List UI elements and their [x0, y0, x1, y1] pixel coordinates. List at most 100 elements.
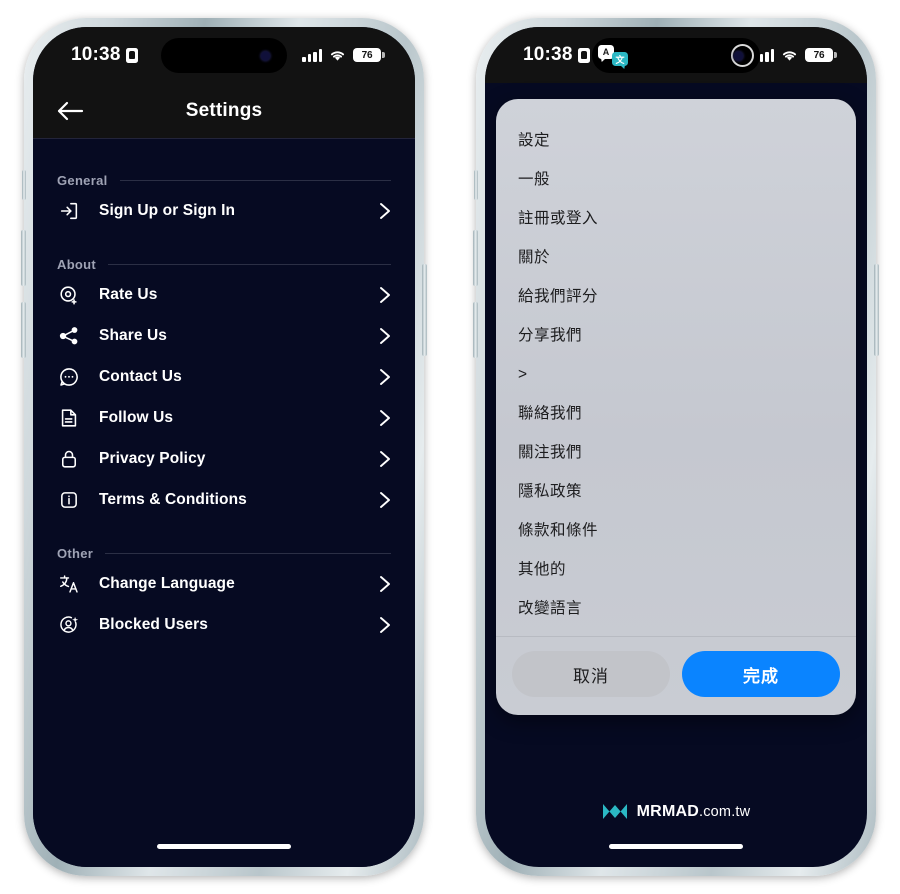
- wifi-icon: [329, 49, 346, 62]
- front-camera-lens-icon: [261, 51, 270, 60]
- translate-icon: [57, 572, 81, 596]
- cancel-button[interactable]: 取消: [512, 651, 670, 697]
- settings-row-label: Privacy Policy: [99, 449, 206, 467]
- translated-line: 給我們評分: [518, 288, 599, 305]
- phone-right: 10:38 A 文 76 設定 一般 註冊或登入 關於 給我們評分 分享我們 >…: [473, 18, 879, 876]
- section-header-general: General: [57, 139, 391, 190]
- status-time-group: 10:38: [523, 44, 590, 66]
- volume-down-button[interactable]: [21, 302, 26, 358]
- settings-row-follow-us[interactable]: Follow Us: [57, 397, 391, 438]
- settings-row-contact-us[interactable]: Contact Us: [57, 356, 391, 397]
- status-bar-right: 10:38 A 文 76: [485, 27, 867, 83]
- chevron-right-icon: [379, 409, 391, 427]
- translated-line: 分享我們: [518, 327, 583, 344]
- settings-row-change-language[interactable]: Change Language: [57, 563, 391, 604]
- volume-up-button[interactable]: [21, 230, 26, 286]
- settings-row-rate-us[interactable]: Rate Us: [57, 274, 391, 315]
- translated-line: 關於: [518, 249, 551, 266]
- silent-switch[interactable]: [22, 170, 26, 200]
- status-time: 10:38: [71, 44, 121, 65]
- chevron-right-icon: [379, 327, 391, 345]
- translated-line: 條款和條件: [518, 522, 599, 539]
- chevron-right-icon: [379, 616, 391, 634]
- section-header-other: Other: [57, 520, 391, 563]
- silent-switch[interactable]: [474, 170, 478, 200]
- settings-row-label: Contact Us: [99, 367, 182, 385]
- cellular-bars-icon: [302, 48, 322, 62]
- battery-percent: 76: [813, 49, 825, 61]
- settings-row-blocked-users[interactable]: Blocked Users: [57, 604, 391, 645]
- translated-line: 其他的: [518, 561, 567, 578]
- navigation-bar: Settings: [33, 83, 415, 139]
- blocked-user-icon: [57, 613, 81, 637]
- translated-line: 改變語言: [518, 600, 583, 617]
- volume-up-button[interactable]: [473, 230, 478, 286]
- power-button[interactable]: [422, 264, 427, 356]
- settings-row-share-us[interactable]: Share Us: [57, 315, 391, 356]
- battery-icon: 76: [353, 48, 385, 62]
- translated-line: 隱私政策: [518, 483, 583, 500]
- chevron-right-icon: [379, 575, 391, 593]
- battery-percent: 76: [361, 49, 373, 61]
- sign-in-icon: [57, 199, 81, 223]
- power-button[interactable]: [874, 264, 879, 356]
- translated-line: 聯絡我們: [518, 405, 583, 422]
- rate-us-icon: [57, 283, 81, 307]
- section-divider: [119, 180, 391, 181]
- id-badge-icon: [577, 47, 590, 63]
- watermark-domain: .com.tw: [698, 803, 751, 820]
- translate-overlay-sheet: 設定 一般 註冊或登入 關於 給我們評分 分享我們 > 聯絡我們 關注我們 隱私…: [496, 99, 856, 715]
- translate-overlay-actions: 取消 完成: [496, 636, 856, 715]
- section-label: Other: [57, 546, 94, 561]
- chat-bubble-icon: [57, 365, 81, 389]
- dynamic-island-left[interactable]: [161, 38, 287, 73]
- status-time-group: 10:38: [71, 44, 138, 66]
- translated-line: >: [518, 366, 528, 383]
- back-arrow-icon[interactable]: [55, 96, 89, 126]
- settings-row-label: Follow Us: [99, 408, 174, 426]
- done-button[interactable]: 完成: [682, 651, 840, 697]
- translated-line: 關注我們: [518, 444, 583, 461]
- section-header-about: About: [57, 231, 391, 274]
- id-badge-icon: [125, 47, 138, 63]
- status-bar-left: 10:38 76: [33, 27, 415, 83]
- document-icon: [57, 406, 81, 430]
- settings-row-label: Change Language: [99, 574, 235, 592]
- front-camera-lens-icon: [734, 51, 743, 60]
- battery-icon: 76: [805, 48, 837, 62]
- translated-line: 設定: [518, 132, 551, 149]
- lock-icon: [57, 447, 81, 471]
- wifi-icon: [781, 49, 798, 62]
- status-indicators-right: 76: [754, 48, 837, 62]
- chevron-right-icon: [379, 368, 391, 386]
- page-title: Settings: [185, 99, 263, 121]
- settings-row-sign-up-or-sign-in[interactable]: Sign Up or Sign In: [57, 190, 391, 231]
- settings-row-privacy-policy[interactable]: Privacy Policy: [57, 438, 391, 479]
- settings-row-terms-and-conditions[interactable]: Terms & Conditions: [57, 479, 391, 520]
- volume-down-button[interactable]: [473, 302, 478, 358]
- watermark-text: MRMAD.com.tw: [637, 803, 751, 821]
- screen-left: 10:38 76 Settings General Sign Up or Sig…: [33, 27, 415, 867]
- home-indicator-left[interactable]: [157, 844, 291, 849]
- phone-left: 10:38 76 Settings General Sign Up or Sig…: [21, 18, 427, 876]
- section-label: General: [57, 173, 108, 188]
- status-time: 10:38: [523, 44, 573, 65]
- chevron-right-icon: [379, 491, 391, 509]
- share-icon: [57, 324, 81, 348]
- status-indicators-left: 76: [302, 48, 385, 62]
- translate-badge-cjk: 文: [612, 52, 628, 66]
- section-divider: [105, 553, 391, 554]
- chevron-right-icon: [379, 202, 391, 220]
- home-indicator-right[interactable]: [609, 844, 743, 849]
- settings-row-label: Terms & Conditions: [99, 490, 247, 508]
- settings-row-label: Blocked Users: [99, 615, 208, 633]
- screenshot-canvas: 10:38 76 Settings General Sign Up or Sig…: [0, 0, 900, 894]
- watermark-brand: MRMAD: [636, 802, 699, 820]
- settings-list: General Sign Up or Sign In About Rate Us…: [33, 139, 415, 867]
- dynamic-island-right[interactable]: A 文: [592, 38, 760, 73]
- section-label: About: [57, 257, 97, 272]
- chevron-right-icon: [379, 286, 391, 304]
- watermark: MRMAD.com.tw: [485, 802, 867, 821]
- mrmad-logo-icon: [602, 802, 628, 821]
- translate-live-activity-icon[interactable]: A 文: [598, 45, 628, 66]
